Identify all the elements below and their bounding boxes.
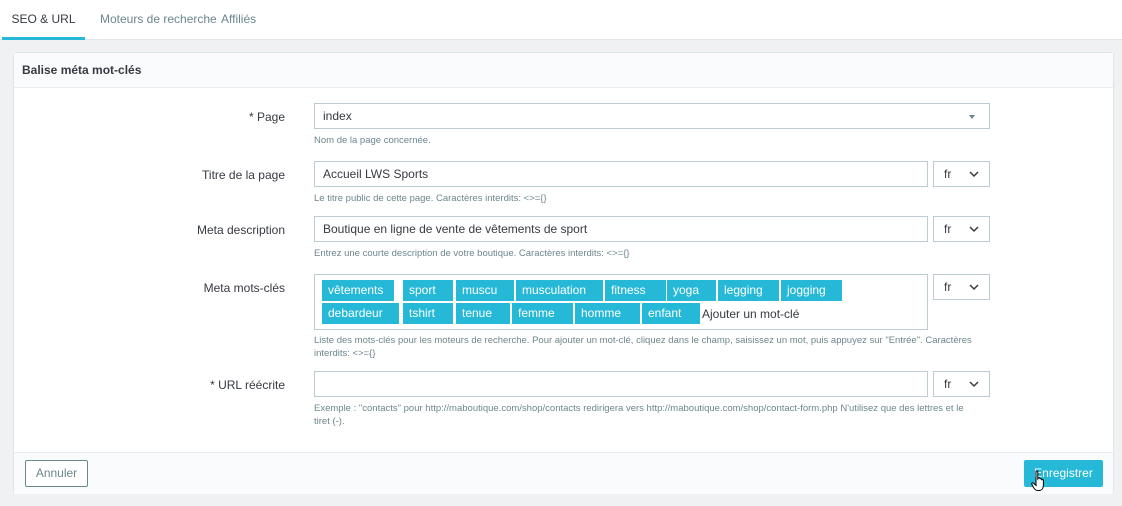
keyword-tag[interactable]: musculation bbox=[516, 280, 603, 301]
meta-keywords-label: Meta mots-clés bbox=[203, 281, 285, 295]
page-title-lang-select[interactable]: fr bbox=[933, 161, 990, 187]
page-title-help: Le titre public de cette page. Caractère… bbox=[314, 193, 547, 204]
rewritten-url-label: * URL réécrite bbox=[210, 378, 285, 392]
page-label: * Page bbox=[248, 110, 285, 124]
rewritten-url-help-1: Exemple : "contacts" pour http://mabouti… bbox=[314, 403, 964, 414]
lang-code: fr bbox=[944, 280, 952, 294]
rewritten-url-help-2: tiret (-). bbox=[314, 416, 345, 427]
meta-keywords-help-2: interdits: <>={} bbox=[314, 348, 376, 359]
hand-pointer-icon bbox=[1031, 470, 1044, 491]
meta-description-label: Meta description bbox=[196, 223, 285, 237]
keyword-tag[interactable]: yoga bbox=[667, 280, 716, 301]
lang-code: fr bbox=[944, 222, 952, 236]
caret-down-icon bbox=[969, 115, 975, 119]
tab-search-engines[interactable]: Moteurs de recherche bbox=[100, 0, 217, 40]
meta-description-help: Entrez une courte description de votre b… bbox=[314, 248, 630, 259]
rewritten-url-input[interactable] bbox=[314, 371, 928, 397]
page-title-input[interactable]: Accueil LWS Sports bbox=[314, 161, 928, 187]
lang-code: fr bbox=[944, 377, 952, 391]
panel-footer bbox=[14, 452, 1113, 494]
page-select[interactable]: index bbox=[314, 103, 990, 129]
lang-code: fr bbox=[944, 167, 952, 181]
meta-description-lang-select[interactable]: fr bbox=[933, 216, 990, 242]
keyword-tag[interactable]: femme bbox=[512, 303, 573, 324]
keyword-tag[interactable]: tenue bbox=[456, 303, 510, 324]
tab-affiliates[interactable]: Affiliés bbox=[221, 0, 256, 40]
page-title-label: Titre de la page bbox=[202, 168, 285, 182]
meta-keywords-lang-select[interactable]: fr bbox=[933, 274, 990, 300]
chevron-down-icon bbox=[969, 381, 979, 388]
meta-keywords-tag-input[interactable]: vêtements sport muscu musculation fitnes… bbox=[314, 274, 928, 330]
keyword-tag[interactable]: tshirt bbox=[403, 303, 453, 324]
keyword-tag[interactable]: muscu bbox=[456, 280, 514, 301]
add-keyword-input[interactable]: Ajouter un mot-clé bbox=[702, 304, 799, 325]
keyword-tag[interactable]: legging bbox=[718, 280, 779, 301]
keyword-tag[interactable]: jogging bbox=[781, 280, 842, 301]
tab-bar: SEO & URL Moteurs de recherche Affiliés bbox=[0, 0, 1122, 40]
keyword-tag[interactable]: debardeur bbox=[322, 303, 399, 324]
page-help: Nom de la page concernée. bbox=[314, 135, 431, 146]
keyword-tag[interactable]: sport bbox=[403, 280, 453, 301]
chevron-down-icon bbox=[969, 226, 979, 233]
chevron-down-icon bbox=[969, 171, 979, 178]
keyword-tag[interactable]: vêtements bbox=[322, 280, 394, 301]
tab-seo-url[interactable]: SEO & URL bbox=[2, 0, 85, 40]
page-select-value: index bbox=[323, 109, 352, 123]
keyword-tag[interactable]: fitness bbox=[605, 280, 666, 301]
keyword-tag[interactable]: enfant bbox=[642, 303, 700, 324]
meta-description-input[interactable]: Boutique en ligne de vente de vêtements … bbox=[314, 216, 928, 242]
cancel-button[interactable]: Annuler bbox=[25, 460, 88, 487]
rewritten-url-lang-select[interactable]: fr bbox=[933, 371, 990, 397]
meta-keywords-help-1: Liste des mots-clés pour les moteurs de … bbox=[314, 335, 972, 346]
panel-title: Balise méta mot-clés bbox=[14, 53, 1113, 88]
chevron-down-icon bbox=[969, 284, 979, 291]
keyword-tag[interactable]: homme bbox=[575, 303, 640, 324]
